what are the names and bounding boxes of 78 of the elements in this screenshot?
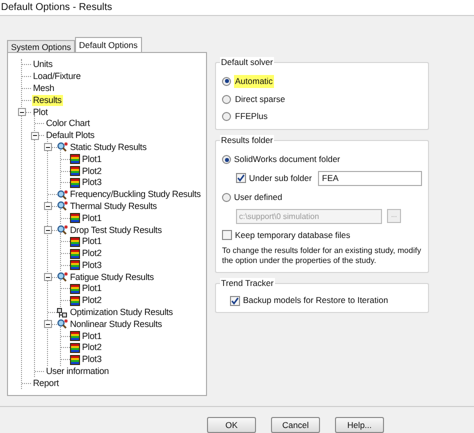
checkbox[interactable] <box>236 173 246 184</box>
checkbox-label[interactable]: Under sub folder <box>249 172 315 185</box>
radio-label[interactable]: FFEPlus <box>234 110 269 124</box>
tree-item[interactable]: Plot2 <box>81 248 103 260</box>
tree-item[interactable]: Optimization Study Results <box>69 307 174 318</box>
plot-icon <box>70 284 80 294</box>
tree-item[interactable]: Static Study Results <box>69 142 148 153</box>
tree-item[interactable]: Thermal Study Results <box>69 200 158 212</box>
window-title: Default Options - Results <box>1 1 112 15</box>
dialog-button[interactable]: Help... <box>335 417 384 433</box>
plot-icon <box>70 296 80 306</box>
plot-icon <box>70 260 80 270</box>
radio-label[interactable]: Direct sparse <box>234 92 286 106</box>
plot-icon <box>70 154 80 164</box>
collapse-toggle[interactable] <box>31 132 39 140</box>
collapse-toggle[interactable] <box>44 143 52 152</box>
radio-button[interactable] <box>222 112 231 122</box>
plot-icon <box>70 166 80 176</box>
plot-icon <box>70 342 80 353</box>
tree-item[interactable]: Plot1 <box>81 330 103 342</box>
tree-item[interactable]: Plot3 <box>81 177 103 188</box>
radio-label[interactable]: Automatic <box>234 74 274 88</box>
plot-icon <box>70 331 80 342</box>
checkbox[interactable] <box>222 230 232 240</box>
tree-item[interactable]: Plot3 <box>81 354 103 366</box>
note-text: To change the results folder for an existing study, modify the option under the properties of the study. <box>222 246 422 266</box>
tree-item[interactable]: Color Chart <box>45 118 91 130</box>
tree-item[interactable]: Nonlinear Study Results <box>69 318 163 330</box>
tree-item[interactable]: Plot2 <box>81 166 103 177</box>
plot-icon <box>70 354 80 365</box>
sub-folder-field[interactable]: FEA <box>318 170 422 186</box>
tree-item[interactable]: Mesh <box>32 82 56 94</box>
collapse-toggle[interactable] <box>18 108 26 116</box>
tree-item[interactable]: Plot1 <box>81 236 103 248</box>
magnifier-icon <box>57 319 68 330</box>
plot-icon <box>70 248 80 259</box>
group-title: Default solver <box>220 56 274 68</box>
plot-icon <box>70 236 80 247</box>
collapse-toggle[interactable] <box>44 202 52 210</box>
tree-item[interactable]: Plot1 <box>81 283 103 294</box>
magnifier-icon <box>57 190 68 200</box>
collapse-toggle[interactable] <box>44 226 52 234</box>
tree-item[interactable]: User information <box>45 366 110 378</box>
tree-item[interactable]: Plot <box>32 106 49 118</box>
tree-item[interactable]: Frequency/Buckling Study Results <box>69 189 202 200</box>
tree-item[interactable]: Fatigue Study Results <box>69 272 155 283</box>
collapse-toggle[interactable] <box>44 273 52 282</box>
tree-item[interactable]: Plot3 <box>81 260 103 271</box>
tree-item[interactable]: Load/Fixture <box>32 71 82 82</box>
group-title: Trend Tracker <box>220 278 275 290</box>
tab[interactable]: Default Options <box>75 36 142 52</box>
checkbox[interactable] <box>230 296 240 306</box>
radio-label[interactable]: SolidWorks document folder <box>234 153 340 166</box>
optimization-icon <box>57 308 68 318</box>
tree-item[interactable]: Plot1 <box>81 154 103 165</box>
collapse-toggle[interactable] <box>44 320 52 328</box>
magnifier-icon <box>57 142 68 152</box>
plot-icon <box>70 178 80 188</box>
tree-item[interactable]: Results <box>32 94 63 106</box>
dialog-button[interactable]: Cancel <box>271 417 320 433</box>
tree-item[interactable]: Drop Test Study Results <box>69 224 163 236</box>
tree-item[interactable]: Plot1 <box>81 212 103 224</box>
magnifier-icon <box>57 225 68 235</box>
radio-button[interactable] <box>222 155 231 164</box>
tree-item[interactable]: Plot2 <box>81 342 103 354</box>
tree-item[interactable]: Units <box>32 59 54 70</box>
radio-button[interactable] <box>222 94 231 104</box>
tree-item[interactable]: Report <box>32 378 60 389</box>
tree-item[interactable]: Plot2 <box>81 295 103 306</box>
group-title: Results folder <box>220 135 274 146</box>
tab[interactable]: System Options <box>7 40 75 52</box>
magnifier-icon <box>57 201 68 212</box>
dialog-button[interactable]: OK <box>207 417 256 433</box>
plot-icon <box>70 213 80 224</box>
radio-button[interactable] <box>222 76 231 86</box>
checkbox-label[interactable]: Keep temporary database files <box>235 228 350 242</box>
tree-item[interactable]: Default Plots <box>45 130 96 142</box>
magnifier-icon <box>57 272 68 282</box>
